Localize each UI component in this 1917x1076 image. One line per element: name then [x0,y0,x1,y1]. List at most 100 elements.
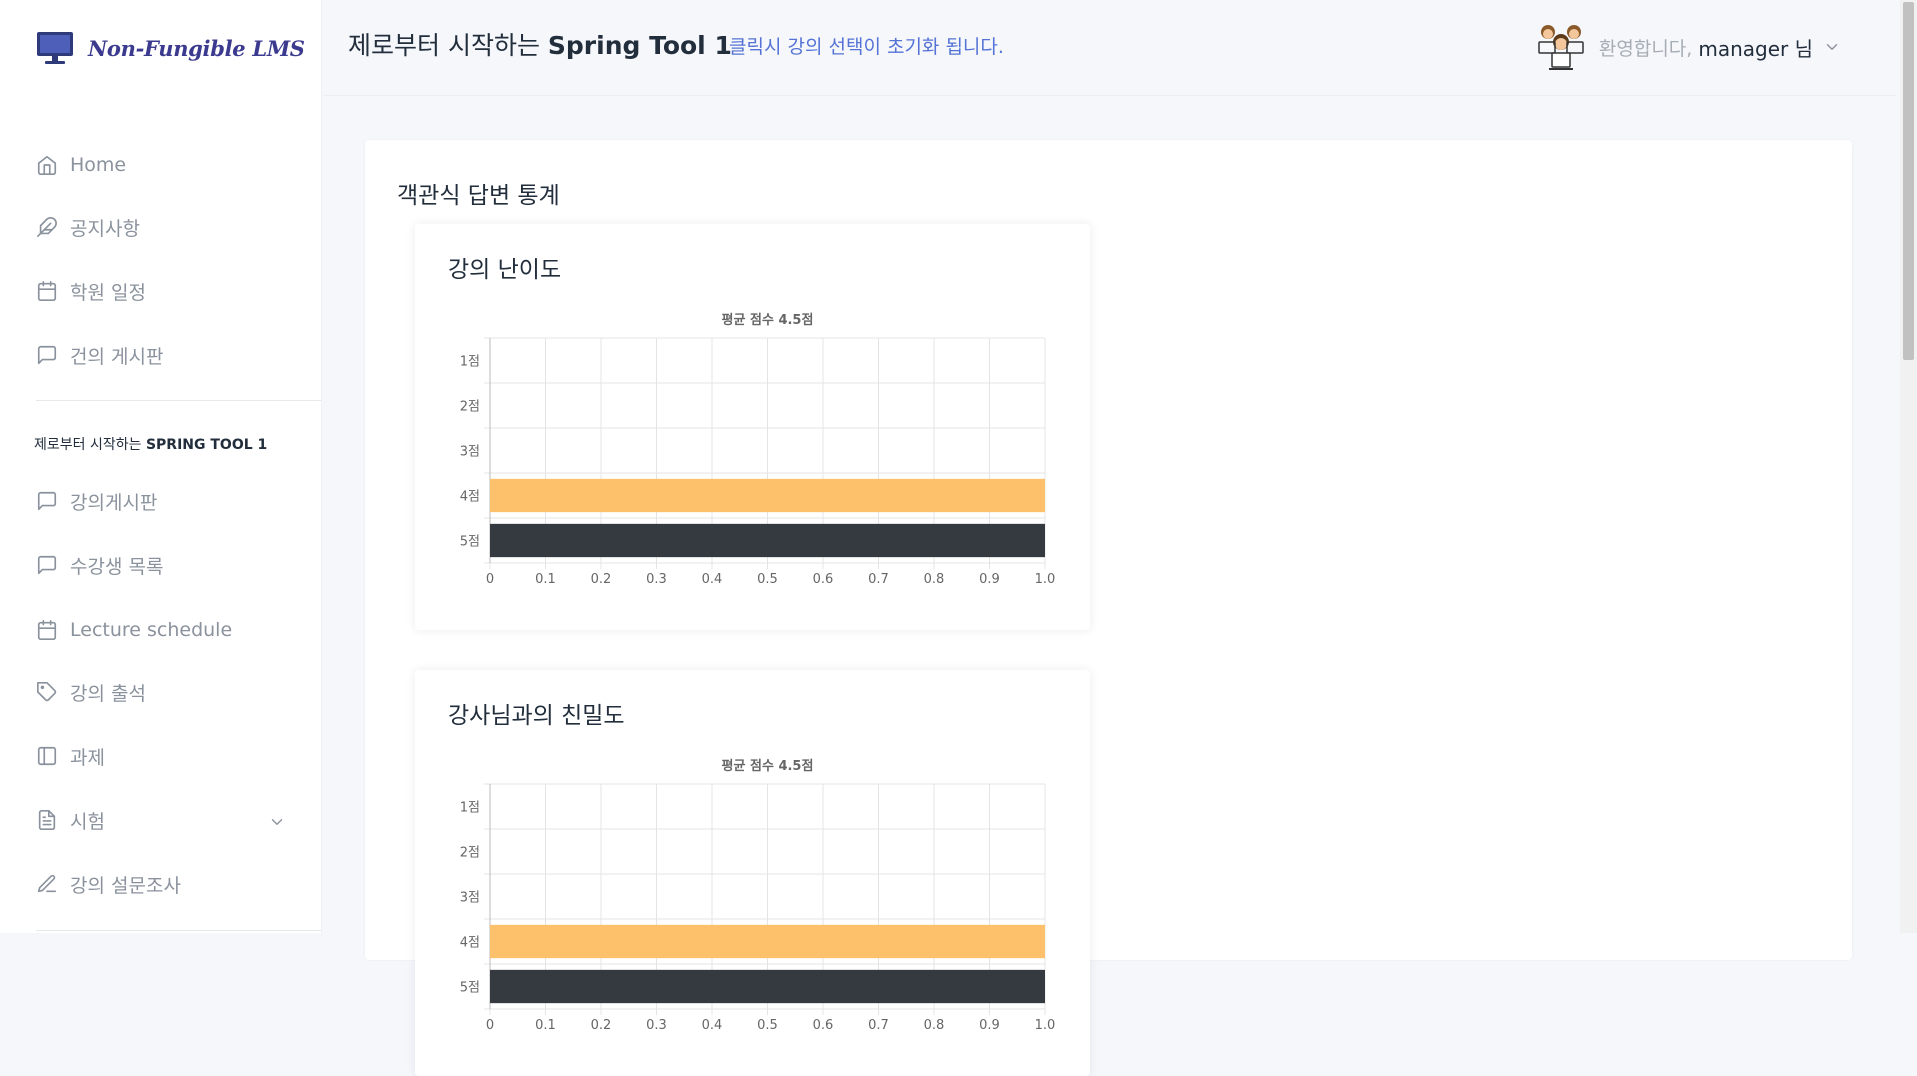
monitor-logo-icon [37,32,73,64]
chart-card-title: 강의 난이도 [448,257,562,283]
x-tick-label: 0.7 [868,1018,889,1033]
sidebar-item-exam[interactable]: 시험 [36,803,105,837]
x-tick-label: 0.6 [813,1018,834,1033]
bar-4점 [490,478,1045,513]
sidebar-item-home[interactable]: Home [36,148,126,182]
calendar-icon [37,281,57,301]
message-square-icon [37,555,57,575]
tag-icon [37,682,57,702]
sidebar-item-suggestion-board[interactable]: 건의 게시판 [36,338,163,372]
x-tick-label: 0.3 [646,1018,667,1033]
sidebar-section-course: 제로부터 시작하는 SPRING TOOL 1 [34,434,267,454]
bar-5점 [490,969,1045,1004]
sidebar-item-label: 시험 [70,810,105,833]
y-tick-label: 4점 [460,936,480,951]
sidebar-item-label: 과제 [70,746,105,769]
chart-intimacy: 평균 점수 4.5점 0 0.1 0.2 0.3 0.4 0.5 0.6 0.7 0.8 0.9 1.… [460,758,1056,1033]
sidebar-item-label: 수강생 목록 [70,555,164,578]
user-menu[interactable]: 환영합니다, manager 님 [1535,22,1841,72]
x-tick-label: 0.2 [591,572,612,587]
feather-icon [37,216,57,237]
calendar-icon [37,620,57,640]
y-tick-label: 4점 [460,490,480,505]
x-tick-label: 0.4 [702,1018,723,1033]
title-prefix: 제로부터 시작하는 [348,31,548,60]
page-title: 제로부터 시작하는 Spring Tool 1 [348,26,732,62]
sidebar-item-academy-schedule[interactable]: 학원 일정 [36,274,146,308]
section-prefix: 제로부터 시작하는 [34,437,146,453]
x-tick-label: 0 [486,572,494,587]
reset-hint: 클릭시 강의 선택이 초기화 됩니다. [729,36,1004,58]
x-tick-label: 0.4 [702,572,723,587]
section-title: 객관식 답변 통계 [397,183,560,209]
y-tick-label: 3점 [460,891,480,906]
brand[interactable]: Non-Fungible LMS [36,28,305,68]
sidebar-item-lecture-schedule[interactable]: Lecture schedule [36,613,232,647]
sidebar-item-notice[interactable]: 공지사항 [36,210,140,244]
x-tick-label: 0.9 [979,572,1000,587]
y-tick-label: 5점 [460,981,480,996]
chart-title: 평균 점수 4.5점 [722,312,814,328]
x-tick-label: 0.1 [535,572,556,587]
sidebar-item-student-list[interactable]: 수강생 목록 [36,548,163,582]
x-tick-label: 0.8 [924,1018,945,1033]
section-course-name: SPRING TOOL 1 [145,437,268,453]
edit-icon [37,874,57,893]
chart-card-difficulty: 강의 난이도 평균 점수 4.5점 0 0.1 0.2 0.3 0.4 0.5 0.6 0.7 0… [415,224,1090,630]
chart-card-title: 강사님과의 친밀도 [448,703,625,729]
sidebar-item-label: Lecture schedule [70,619,233,641]
brand-name: Non-Fungible LMS [88,35,305,61]
sidebar: Non-Fungible LMS Home 공지사항 학원 일정 건의 게시판 … [0,0,322,933]
x-tick-label: 0 [486,1018,494,1033]
avatar-icon [1538,25,1584,70]
message-square-icon [37,345,57,365]
chevron-down-icon [1826,44,1838,50]
y-tick-label: 5점 [460,535,480,550]
sidebar-item-label: 강의 출석 [70,682,146,705]
page-scrollbar[interactable] [1900,0,1917,933]
top-header: 제로부터 시작하는 Spring Tool 1 클릭시 강의 선택이 초기화 됩… [323,0,1897,96]
y-tick-label: 3점 [460,445,480,460]
file-text-icon [38,810,56,830]
x-tick-label: 0.9 [979,1018,1000,1033]
x-tick-label: 0.5 [757,1018,778,1033]
x-tick-label: 0.5 [757,572,778,587]
sidebar-divider [36,400,321,401]
sidebar-item-attendance[interactable]: 강의 출석 [36,675,146,709]
chevron-down-icon[interactable] [268,813,286,831]
scrollbar-thumb[interactable] [1903,2,1914,360]
sidebar-item-label: 건의 게시판 [70,345,164,368]
message-square-icon [37,491,57,511]
sidebar-item-label: 강의게시판 [70,491,158,514]
x-tick-label: 0.1 [535,1018,556,1033]
home-icon [37,155,57,175]
sidebar-item-label: 공지사항 [70,217,140,240]
y-tick-label: 1점 [460,801,480,816]
x-tick-label: 0.2 [591,1018,612,1033]
y-tick-label: 1점 [460,355,480,370]
y-tick-label: 2점 [460,846,480,861]
bar-4점 [490,924,1045,959]
sidebar-item-lecture-board[interactable]: 강의게시판 [36,484,157,518]
x-tick-label: 0.7 [868,572,889,587]
x-tick-label: 0.6 [813,572,834,587]
welcome-text: 환영합니다, [1598,37,1693,60]
title-course[interactable]: Spring Tool 1 [548,31,732,60]
chart-card-intimacy: 강사님과의 친밀도 평균 점수 4.5점 0 0.1 0.2 0.3 0.4 0.5 0.6 0… [415,670,1090,1076]
y-tick-label: 2점 [460,400,480,415]
x-tick-label: 0.8 [924,572,945,587]
sidebar-icon [37,746,57,766]
sidebar-item-label: 강의 설문조사 [70,874,181,897]
sidebar-item-survey[interactable]: 강의 설문조사 [36,867,181,901]
x-tick-label: 1.0 [1035,1018,1056,1033]
username: manager 님 [1698,36,1813,61]
bar-5점 [490,523,1045,558]
sidebar-item-label: Home [70,154,127,176]
x-tick-label: 1.0 [1035,572,1056,587]
chart-title: 평균 점수 4.5점 [722,758,814,774]
x-tick-label: 0.3 [646,572,667,587]
sidebar-item-assignment[interactable]: 과제 [36,739,105,773]
chart-difficulty: 평균 점수 4.5점 0 0.1 0.2 0.3 0.4 0.5 0.6 0.7 0.8 0.9 1.… [460,312,1056,587]
sidebar-item-label: 학원 일정 [70,281,146,304]
sidebar-divider [36,930,321,931]
